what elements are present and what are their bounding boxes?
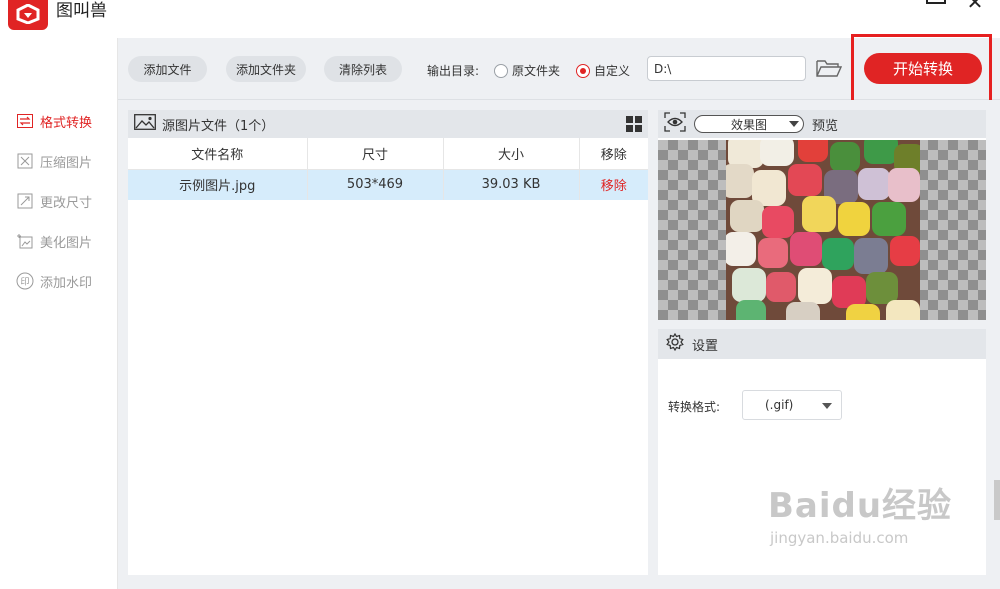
preview-header: 效果图 预览	[658, 110, 986, 138]
radio-custom-folder[interactable]: 自定义	[576, 62, 630, 79]
radio-custom-dot[interactable]	[576, 63, 590, 78]
file-name-cell: 示例图片.jpg	[128, 169, 308, 200]
preview-label: 预览	[812, 118, 839, 134]
maximize-icon[interactable]	[922, 0, 948, 16]
resize-icon	[16, 192, 34, 210]
sidebar-item-label: 压缩图片	[40, 155, 93, 171]
svg-text:印: 印	[20, 276, 29, 288]
watermark-sub-text: jingyan.baidu.com	[770, 529, 909, 547]
title-bar: 图叫兽 ✕	[0, 0, 1000, 38]
table-header-row: 文件名称 尺寸 大小 移除	[128, 138, 648, 170]
sidebar-item-beautify[interactable]: 美化图片	[16, 230, 92, 252]
baidu-watermark: Baidu经验 jingyan.baidu.com	[768, 478, 952, 547]
add-file-button[interactable]: 添加文件	[128, 56, 207, 82]
preview-image	[726, 140, 920, 320]
file-panel-header: 源图片文件（1个）	[128, 110, 648, 138]
sidebar-item-label: 更改尺寸	[40, 195, 93, 211]
sidebar-item-watermark[interactable]: 印 添加水印	[16, 270, 92, 292]
close-icon[interactable]: ✕	[962, 0, 988, 14]
sidebar-item-label: 格式转换	[40, 115, 93, 131]
radio-original-label: 原文件夹	[512, 64, 561, 78]
radio-custom-label: 自定义	[594, 64, 631, 78]
column-header-size: 大小	[443, 138, 580, 170]
output-dir-label: 输出目录:	[427, 64, 480, 78]
radio-original-dot[interactable]	[494, 63, 508, 78]
remove-file-link[interactable]: 移除	[579, 169, 648, 200]
scrollbar[interactable]	[994, 480, 1000, 520]
grid-view-icon[interactable]	[626, 116, 642, 132]
open-folder-icon[interactable]	[816, 58, 843, 78]
column-header-dimensions: 尺寸	[307, 138, 444, 170]
sidebar-item-resize[interactable]: 更改尺寸	[16, 190, 92, 212]
gear-icon	[666, 332, 684, 355]
settings-title: 设置	[692, 338, 719, 354]
format-select[interactable]: (.gif)	[742, 390, 842, 420]
format-label: 转换格式:	[668, 400, 721, 414]
column-header-name: 文件名称	[128, 138, 308, 170]
sidebar-item-label: 美化图片	[40, 235, 93, 251]
app-title: 图叫兽	[56, 1, 107, 21]
image-icon	[134, 114, 156, 134]
app-logo-icon	[8, 0, 48, 30]
beautify-icon	[16, 232, 34, 250]
settings-header: 设置	[658, 329, 986, 359]
preview-mode-select[interactable]: 效果图	[694, 115, 804, 133]
file-size-cell: 39.03 KB	[443, 169, 580, 200]
file-table: 文件名称 尺寸 大小 移除 示例图片.jpg 503*469 39.03 KB …	[128, 138, 648, 200]
eye-scan-icon	[664, 112, 686, 136]
preview-panel: 效果图 预览	[658, 110, 986, 320]
file-panel-title: 源图片文件（1个）	[162, 118, 275, 134]
sidebar-item-label: 添加水印	[40, 275, 93, 291]
sidebar: 格式转换 压缩图片 更改尺寸 美化图片 印 添加水印	[0, 38, 118, 589]
sidebar-item-compress[interactable]: 压缩图片	[16, 150, 92, 172]
source-file-panel: 源图片文件（1个） 文件名称 尺寸 大小 移除 示例图片.jpg 503*469…	[128, 110, 648, 575]
clear-list-button[interactable]: 清除列表	[324, 56, 402, 82]
sidebar-item-format-convert[interactable]: 格式转换	[16, 110, 92, 132]
convert-icon	[16, 112, 34, 130]
minimize-icon[interactable]	[845, 0, 871, 16]
compress-icon	[16, 152, 34, 170]
table-row[interactable]: 示例图片.jpg 503*469 39.03 KB 移除	[128, 169, 648, 200]
column-header-remove: 移除	[579, 138, 648, 170]
output-path-input[interactable]	[647, 56, 806, 81]
preview-canvas	[658, 140, 986, 320]
radio-original-folder[interactable]: 原文件夹	[494, 62, 560, 79]
watermark-icon: 印	[16, 272, 34, 290]
file-dimensions-cell: 503*469	[307, 169, 444, 200]
annotation-highlight-box	[851, 34, 992, 107]
watermark-main-text: Baidu经验	[768, 486, 953, 526]
add-folder-button[interactable]: 添加文件夹	[226, 56, 306, 82]
